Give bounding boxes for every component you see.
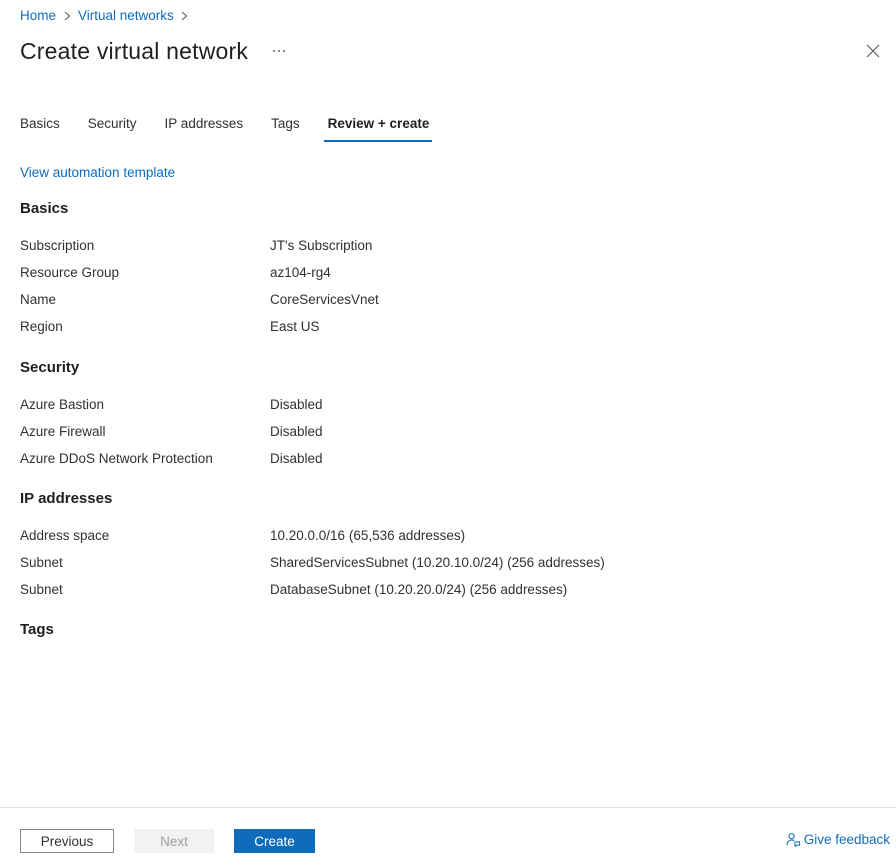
tab-list: Basics Security IP addresses Tags Review…: [20, 110, 433, 142]
summary-row: Azure DDoS Network Protection Disabled: [20, 451, 323, 478]
previous-button[interactable]: Previous: [20, 829, 114, 853]
summary-row: Subnet SharedServicesSubnet (10.20.10.0/…: [20, 555, 605, 582]
ellipsis-icon[interactable]: [270, 42, 288, 60]
create-button[interactable]: Create: [234, 829, 315, 853]
breadcrumb-home-link[interactable]: Home: [20, 8, 56, 23]
tags-section: Tags: [20, 620, 54, 640]
row-value: SharedServicesSubnet (10.20.10.0/24) (25…: [270, 555, 605, 570]
row-value: Disabled: [270, 451, 323, 466]
tab-ip-addresses[interactable]: IP addresses: [165, 110, 244, 142]
row-label: Subnet: [20, 582, 63, 597]
summary-row: Name CoreServicesVnet: [20, 292, 379, 319]
ip-addresses-section: IP addresses Address space 10.20.0.0/16 …: [20, 489, 605, 609]
give-feedback-label: Give feedback: [803, 832, 890, 847]
row-label: Subnet: [20, 555, 63, 570]
basics-section: Basics Subscription JT's Subscription Re…: [20, 199, 379, 346]
feedback-icon: [786, 833, 800, 847]
section-heading-tags: Tags: [20, 621, 54, 638]
row-label: Azure Firewall: [20, 424, 106, 439]
tab-security[interactable]: Security: [88, 110, 137, 142]
footer-bar: Previous Next Create Give feedback: [0, 807, 896, 866]
view-automation-template-link[interactable]: View automation template: [20, 165, 175, 180]
row-value: CoreServicesVnet: [270, 292, 379, 307]
row-value: JT's Subscription: [270, 238, 373, 253]
row-value: az104-rg4: [270, 265, 331, 280]
breadcrumb-virtual-networks-link[interactable]: Virtual networks: [78, 8, 174, 23]
section-heading-basics: Basics: [20, 200, 69, 217]
row-label: Resource Group: [20, 265, 120, 280]
page-title: Create virtual network: [20, 37, 249, 64]
row-label: Address space: [20, 528, 110, 543]
give-feedback-link[interactable]: Give feedback: [786, 832, 890, 847]
summary-row: Subscription JT's Subscription: [20, 238, 379, 265]
row-label: Azure DDoS Network Protection: [20, 451, 213, 466]
row-label: Name: [20, 292, 57, 307]
summary-row: Azure Firewall Disabled: [20, 424, 323, 451]
row-value: Disabled: [270, 397, 323, 412]
tab-basics[interactable]: Basics: [20, 110, 60, 142]
chevron-right-icon: [178, 11, 192, 21]
row-label: Subscription: [20, 238, 95, 253]
breadcrumb: Home Virtual networks: [20, 8, 196, 23]
next-button[interactable]: Next: [134, 829, 214, 853]
summary-row: Region East US: [20, 319, 379, 346]
summary-row: Subnet DatabaseSubnet (10.20.20.0/24) (2…: [20, 582, 605, 609]
title-row: Create virtual network: [20, 34, 896, 68]
security-section: Security Azure Bastion Disabled Azure Fi…: [20, 358, 323, 478]
row-value: DatabaseSubnet (10.20.20.0/24) (256 addr…: [270, 582, 568, 597]
summary-row: Resource Group az104-rg4: [20, 265, 379, 292]
row-value: East US: [270, 319, 320, 334]
summary-row: Address space 10.20.0.0/16 (65,536 addre…: [20, 528, 605, 555]
section-heading-ip-addresses: IP addresses: [20, 490, 113, 507]
row-value: Disabled: [270, 424, 323, 439]
section-heading-security: Security: [20, 359, 80, 376]
row-label: Azure Bastion: [20, 397, 105, 412]
summary-row: Azure Bastion Disabled: [20, 397, 323, 424]
row-value: 10.20.0.0/16 (65,536 addresses): [270, 528, 466, 543]
tab-review-create[interactable]: Review + create: [323, 110, 433, 142]
close-icon[interactable]: [864, 42, 882, 60]
row-label: Region: [20, 319, 63, 334]
chevron-right-icon: [60, 11, 74, 21]
tab-tags[interactable]: Tags: [271, 110, 300, 142]
